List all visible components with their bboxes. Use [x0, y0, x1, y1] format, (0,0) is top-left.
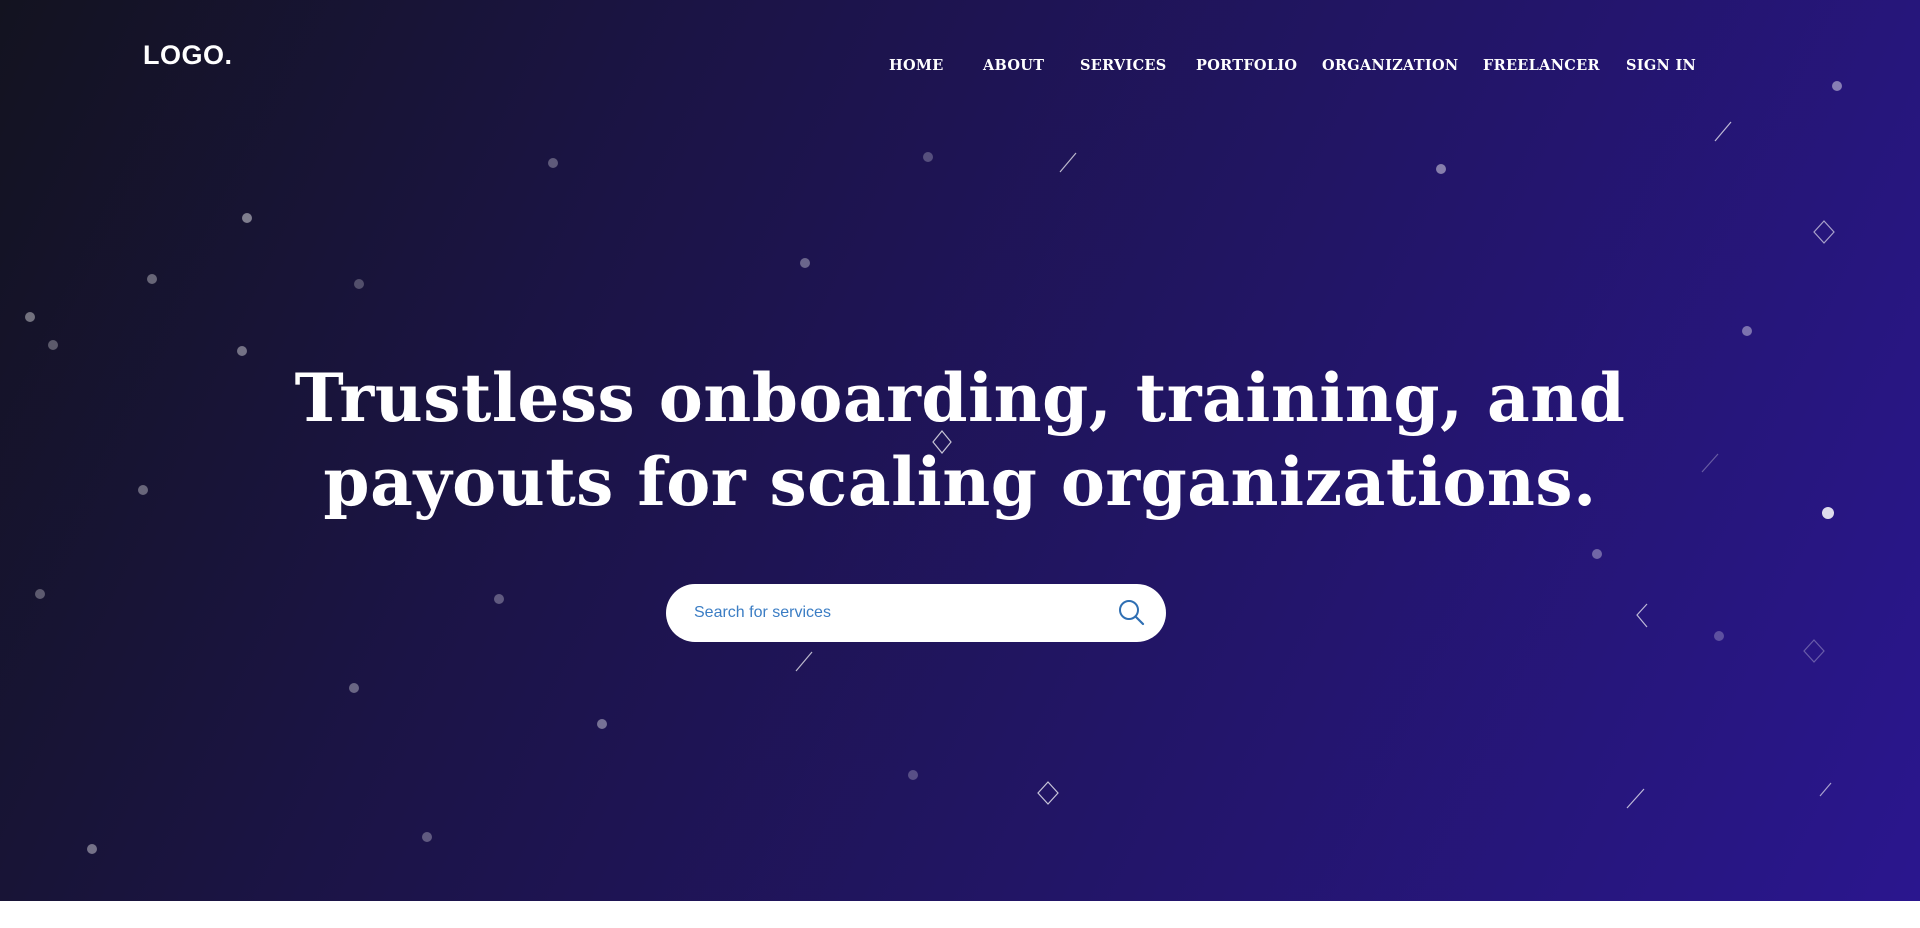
nav-item-services[interactable]: SERVICES: [1080, 57, 1167, 74]
hero-section: LOGO. HOME ABOUT SERVICES PORTFOLIO ORGA…: [0, 0, 1920, 901]
nav-item-home[interactable]: HOME: [889, 57, 944, 74]
search-button[interactable]: [1116, 597, 1148, 629]
hero-headline-line-1: Trustless onboarding, training, and: [294, 359, 1626, 437]
search-input[interactable]: [694, 584, 1094, 642]
search-icon: [1119, 600, 1145, 626]
hero-headline: Trustless onboarding, training, and payo…: [0, 356, 1920, 524]
nav-item-portfolio[interactable]: PORTFOLIO: [1196, 57, 1297, 74]
search-bar: [666, 584, 1166, 642]
main-nav: HOME ABOUT SERVICES PORTFOLIO ORGANIZATI…: [0, 57, 1920, 77]
content-section: [0, 901, 1920, 928]
nav-item-sign-in[interactable]: SIGN IN: [1626, 57, 1696, 74]
nav-item-about[interactable]: ABOUT: [983, 57, 1044, 74]
hero-headline-line-2: payouts for scaling organizations.: [323, 443, 1597, 521]
nav-item-freelancer[interactable]: FREELANCER: [1483, 57, 1600, 74]
nav-item-organization[interactable]: ORGANIZATION: [1322, 57, 1458, 74]
